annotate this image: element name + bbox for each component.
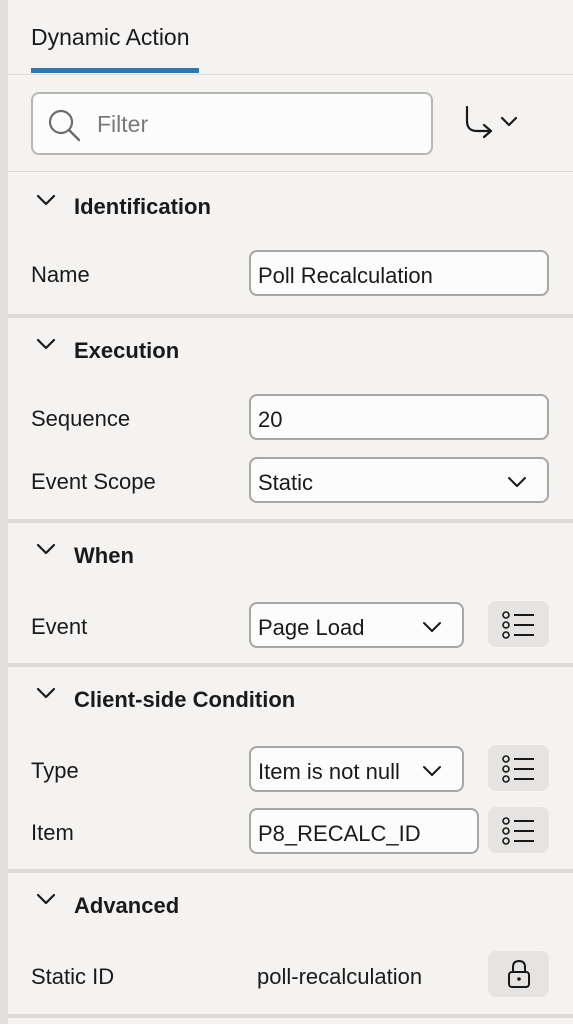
static-id-label: Static ID [31,964,115,989]
list-icon [502,611,534,639]
item-label: Item [31,820,74,845]
section-header-when[interactable]: When [8,521,573,577]
static-id-value: poll-recalculation [257,964,423,989]
section-title: When [74,543,134,568]
filter-row: Filter [8,75,573,172]
section-advanced: Advanced Static ID poll-recalculation [8,871,573,1018]
item-field[interactable]: P8_RECALC_ID [249,808,479,854]
name-field[interactable]: Poll Recalculation [249,250,549,296]
chevron-down-icon [423,622,441,632]
left-gutter [0,0,8,1024]
type-value: Item is not null [258,759,400,784]
chevron-down-icon [36,893,56,905]
list-icon [502,755,534,783]
chevron-down-icon [36,194,56,206]
name-value: Poll Recalculation [258,263,433,288]
active-tab-indicator [31,68,199,73]
item-value: P8_RECALC_ID [258,821,421,846]
event-value: Page Load [258,615,365,640]
lock-icon [508,959,530,988]
event-select[interactable]: Page Load [249,602,464,648]
section-identification: Identification Name Poll Recalculation [8,172,573,318]
list-icon [502,817,534,845]
section-title: Execution [74,338,180,363]
chevron-down-icon [423,766,441,776]
sequence-field[interactable]: 20 [249,394,549,440]
property-editor: Dynamic Action Filter Identification Nam… [8,0,573,1024]
static-id-lock-button[interactable] [488,951,549,997]
section-header-advanced[interactable]: Advanced [8,871,573,927]
event-scope-value: Static [258,470,314,495]
filter-input[interactable]: Filter [31,92,433,155]
section-client-side-condition: Client-side Condition Type Item is not n… [8,665,573,873]
section-title: Identification [74,194,211,219]
search-icon [47,108,81,147]
chevron-down-icon [36,687,56,699]
event-scope-select[interactable]: Static [249,457,549,503]
name-label: Name [31,262,90,287]
chevron-down-icon [36,543,56,555]
section-execution: Execution Sequence 20 Event Scope Static [8,316,573,523]
chevron-down-icon [508,477,526,487]
type-select[interactable]: Item is not null [249,746,464,792]
chevron-down-icon [36,338,56,350]
type-list-button[interactable] [488,745,549,791]
sequence-value: 20 [258,407,283,432]
event-scope-label: Event Scope [31,469,156,494]
section-title: Client-side Condition [74,687,296,712]
section-header-condition[interactable]: Client-side Condition [8,665,573,721]
section-when: When Event Page Load [8,521,573,667]
section-header-identification[interactable]: Identification [8,172,573,228]
sequence-label: Sequence [31,406,131,431]
goto-group-button[interactable] [464,105,524,144]
type-label: Type [31,758,79,783]
item-list-button[interactable] [488,807,549,853]
filter-placeholder: Filter [97,111,149,137]
event-list-button[interactable] [488,601,549,647]
section-header-execution[interactable]: Execution [8,316,573,372]
section-title: Advanced [74,893,180,918]
tab-bar: Dynamic Action [8,0,573,75]
goto-arrow-icon [465,105,518,139]
event-label: Event [31,614,88,639]
tab-dynamic-action[interactable]: Dynamic Action [31,24,190,51]
